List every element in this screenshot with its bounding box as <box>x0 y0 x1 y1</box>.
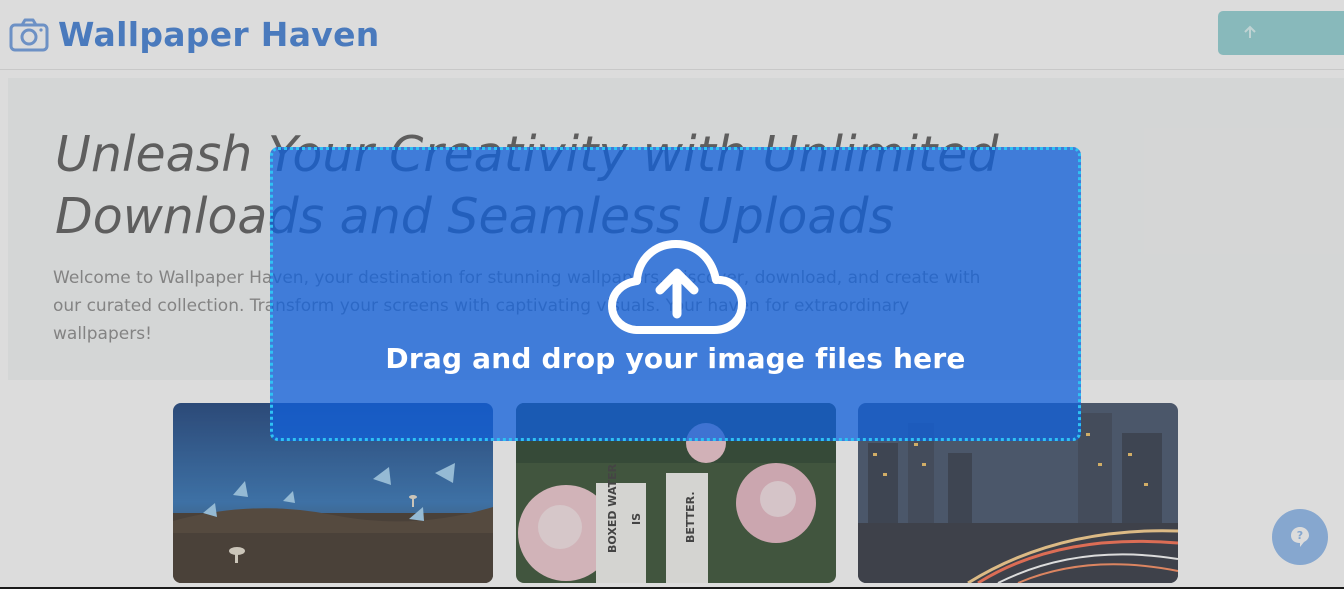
file-dropzone[interactable]: Drag and drop your image files here <box>270 147 1081 441</box>
page: Wallpaper Haven Unleash Your Creativity … <box>0 0 1344 589</box>
dropzone-label: Drag and drop your image files here <box>385 342 966 375</box>
cloud-upload-icon <box>608 240 746 334</box>
